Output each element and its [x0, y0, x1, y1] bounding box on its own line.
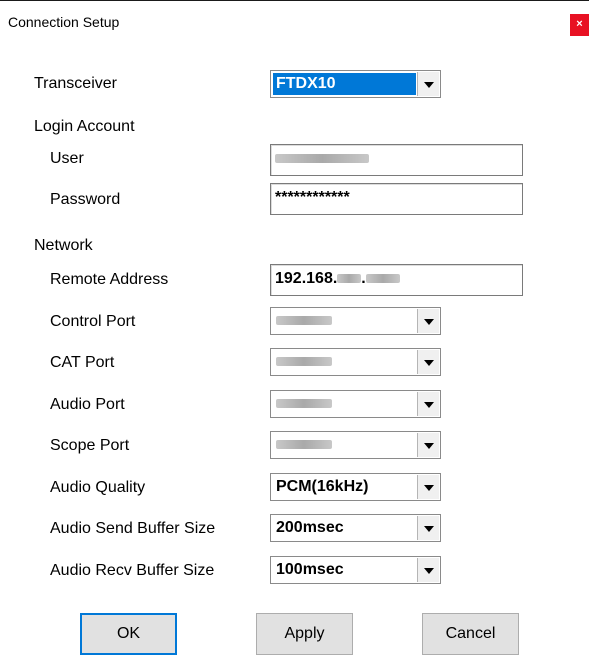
transceiver-select[interactable]: FTDX10 [270, 70, 441, 98]
chevron-down-icon[interactable] [417, 309, 439, 333]
user-label: User [50, 150, 84, 167]
chevron-down-icon[interactable] [417, 558, 439, 582]
chevron-down-icon[interactable] [417, 475, 439, 499]
audio-send-buffer-value: 200msec [276, 519, 344, 536]
audio-send-buffer-select[interactable]: 200msec [270, 514, 441, 542]
control-port-label: Control Port [50, 313, 136, 330]
audio-port-value [273, 393, 416, 415]
chevron-down-icon[interactable] [417, 433, 439, 457]
cat-port-value [273, 351, 416, 373]
control-port-value [273, 310, 416, 332]
login-account-heading: Login Account [34, 118, 135, 135]
cat-port-label: CAT Port [50, 354, 115, 371]
audio-port-label: Audio Port [50, 396, 125, 413]
window-title: Connection Setup [8, 14, 120, 30]
redacted-octet-4 [365, 274, 400, 284]
audio-quality-label: Audio Quality [50, 479, 146, 496]
remote-address-input[interactable]: 192.168.. [270, 264, 523, 296]
cat-port-select[interactable] [270, 348, 441, 376]
audio-recv-buffer-label: Audio Recv Buffer Size [50, 562, 215, 579]
remote-address-label: Remote Address [50, 271, 169, 288]
scope-port-select[interactable] [270, 431, 441, 459]
audio-send-buffer-label: Audio Send Buffer Size [50, 520, 216, 537]
password-input[interactable]: ************ [270, 183, 523, 215]
remote-address-prefix: 192.168. [275, 270, 338, 287]
audio-quality-select[interactable]: PCM(16kHz) [270, 473, 441, 501]
redacted-octet-3 [337, 274, 362, 284]
transceiver-value: FTDX10 [273, 73, 416, 95]
password-value: ************ [275, 189, 350, 206]
scope-port-label: Scope Port [50, 437, 130, 454]
chevron-down-icon[interactable] [417, 392, 439, 416]
close-button[interactable]: × [570, 14, 589, 36]
title-bar: Connection Setup × [0, 0, 589, 43]
control-port-select[interactable] [270, 307, 441, 335]
transceiver-label: Transceiver [34, 75, 117, 92]
chevron-down-icon[interactable] [417, 350, 439, 374]
scope-port-value [273, 434, 416, 456]
network-heading: Network [34, 237, 93, 254]
redacted-user [275, 154, 369, 164]
password-label: Password [50, 191, 121, 208]
audio-recv-buffer-select[interactable]: 100msec [270, 556, 441, 584]
ok-button[interactable]: OK [80, 613, 177, 655]
audio-quality-value: PCM(16kHz) [276, 478, 369, 495]
audio-recv-buffer-value: 100msec [276, 561, 344, 578]
audio-port-select[interactable] [270, 390, 441, 418]
chevron-down-icon[interactable] [417, 516, 439, 540]
cancel-button[interactable]: Cancel [422, 613, 519, 655]
apply-button[interactable]: Apply [256, 613, 353, 655]
user-input[interactable] [270, 144, 523, 176]
chevron-down-icon[interactable] [417, 72, 439, 96]
